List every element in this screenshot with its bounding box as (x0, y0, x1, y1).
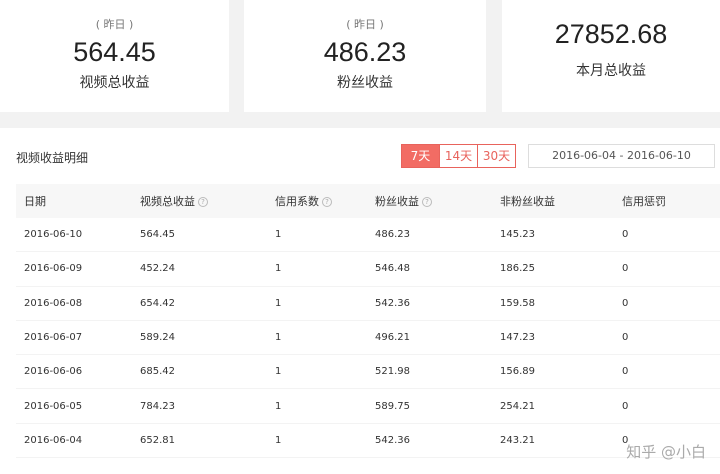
table-cell: 0 (622, 400, 629, 412)
table-row: 2016-06-04 652.81 1 542.36 243.21 0 (16, 424, 720, 459)
table-cell: 521.98 (375, 366, 410, 378)
table-cell: 486.23 (375, 229, 410, 241)
table-cell: 159.58 (500, 297, 535, 309)
table-cell: 1 (275, 297, 282, 309)
revenue-table: 日期 视频总收益? 信用系数? 粉丝收益? 非粉丝收益 信用惩罚 2016-06… (16, 184, 720, 459)
table-cell: 1 (275, 400, 282, 412)
table-row: 2016-06-06 685.42 1 521.98 156.89 0 (16, 355, 720, 390)
range-30d-button[interactable]: 30天 (477, 144, 516, 168)
table-cell: 0 (622, 229, 629, 241)
table-cell: 0 (622, 297, 629, 309)
card-label: 粉丝收益 (337, 75, 393, 91)
table-cell: 1 (275, 434, 282, 446)
header-credit-penalty: 信用惩罚 (622, 195, 666, 208)
header-credit-coefficient: 信用系数? (275, 193, 375, 209)
card-label: 本月总收益 (576, 63, 646, 79)
table-cell: 1 (275, 263, 282, 275)
table-cell: 2016-06-09 (24, 263, 83, 275)
table-cell: 2016-06-04 (24, 434, 83, 446)
range-selector: 7天 14天 30天 (401, 144, 516, 168)
range-14d-button[interactable]: 14天 (439, 144, 478, 168)
table-cell: 156.89 (500, 366, 535, 378)
table-row: 2016-06-10 564.45 1 486.23 145.23 0 (16, 218, 720, 253)
table-cell: 1 (275, 229, 282, 241)
table-cell: 2016-06-05 (24, 400, 83, 412)
table-cell: 147.23 (500, 332, 535, 344)
help-icon[interactable]: ? (322, 197, 332, 207)
table-cell: 496.21 (375, 332, 410, 344)
table-cell: 685.42 (140, 366, 175, 378)
table-cell: 254.21 (500, 400, 535, 412)
range-7d-button[interactable]: 7天 (401, 144, 440, 168)
table-cell: 186.25 (500, 263, 535, 275)
header-video-revenue: 视频总收益? (140, 193, 275, 209)
table-cell: 2016-06-08 (24, 297, 83, 309)
table-cell: 564.45 (140, 229, 175, 241)
table-cell: 2016-06-06 (24, 366, 83, 378)
help-icon[interactable]: ? (422, 197, 432, 207)
watermark: 知乎 @小白 (626, 443, 706, 461)
table-cell: 452.24 (140, 263, 175, 275)
table-cell: 145.23 (500, 229, 535, 241)
table-cell: 1 (275, 366, 282, 378)
table-row: 2016-06-05 784.23 1 589.75 254.21 0 (16, 389, 720, 424)
table-cell: 542.36 (375, 434, 410, 446)
table-cell: 243.21 (500, 434, 535, 446)
table-cell: 0 (622, 366, 629, 378)
table-cell: 2016-06-10 (24, 229, 83, 241)
table-cell: 1 (275, 332, 282, 344)
header-nonfan-revenue: 非粉丝收益 (500, 195, 555, 208)
stat-card-video-revenue: ( 昨日 ) 564.45 视频总收益 (0, 0, 229, 112)
stat-card-fan-revenue: ( 昨日 ) 486.23 粉丝收益 (244, 0, 486, 112)
table-cell: 589.24 (140, 332, 175, 344)
revenue-detail-panel: 视频收益明细 7天 14天 30天 2016-06-04 - 2016-06-1… (0, 128, 720, 474)
panel-title: 视频收益明细 (16, 151, 89, 165)
header-fan-revenue: 粉丝收益? (375, 193, 500, 209)
table-row: 2016-06-08 654.42 1 542.36 159.58 0 (16, 287, 720, 321)
table-body: 2016-06-10 564.45 1 486.23 145.23 0 2016-06-09… (16, 218, 720, 459)
table-cell: 546.48 (375, 263, 410, 275)
card-value: 27852.68 (554, 19, 668, 49)
date-range-picker[interactable]: 2016-06-04 - 2016-06-10 (528, 144, 715, 168)
table-header: 日期 视频总收益? 信用系数? 粉丝收益? 非粉丝收益 信用惩罚 (16, 184, 720, 218)
stat-card-month-revenue: 27852.68 本月总收益 (502, 0, 720, 112)
table-cell: 2016-06-07 (24, 332, 83, 344)
table-cell: 784.23 (140, 400, 175, 412)
table-cell: 652.81 (140, 434, 175, 446)
header-date: 日期 (24, 195, 46, 208)
card-value: 486.23 (323, 37, 407, 67)
help-icon[interactable]: ? (198, 197, 208, 207)
card-label: 视频总收益 (79, 75, 150, 91)
table-row: 2016-06-09 452.24 1 546.48 186.25 0 (16, 252, 720, 287)
table-cell: 0 (622, 332, 629, 344)
table-cell: 589.75 (375, 400, 410, 412)
card-value: 564.45 (73, 37, 156, 67)
card-period-label: ( 昨日 ) (95, 18, 134, 31)
card-period-label: ( 昨日 ) (346, 18, 384, 31)
table-row: 2016-06-07 589.24 1 496.21 147.23 0 (16, 321, 720, 356)
table-cell: 654.42 (140, 297, 175, 309)
table-cell: 0 (622, 263, 629, 275)
table-cell: 542.36 (375, 297, 410, 309)
